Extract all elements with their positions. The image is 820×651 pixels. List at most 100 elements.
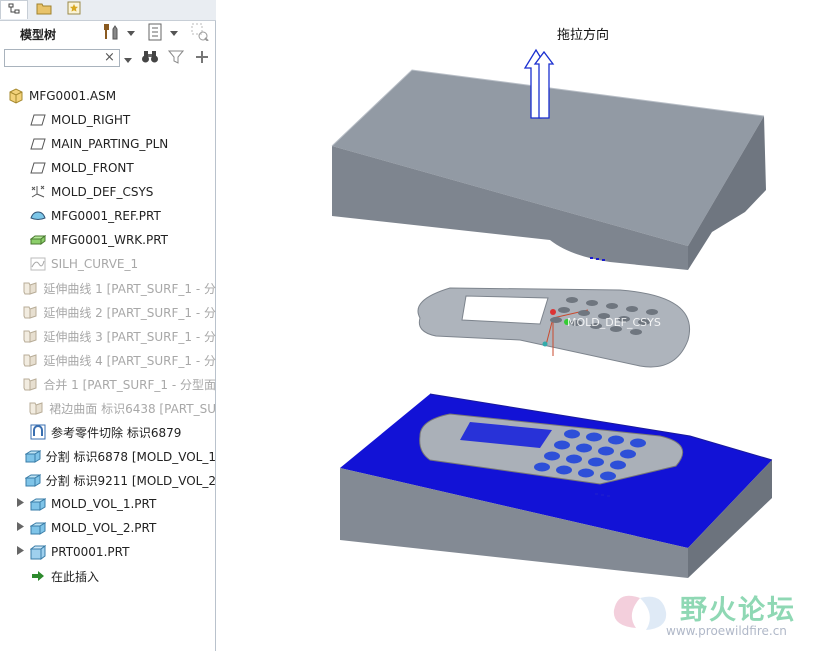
tools-dropdown[interactable] <box>125 23 137 43</box>
tree-item-label: MAIN_PARTING_PLN <box>51 137 169 151</box>
keypad-key <box>556 465 572 475</box>
find-button[interactable] <box>140 48 160 68</box>
expand-arrow-icon[interactable] <box>14 522 26 534</box>
tree-item[interactable]: 合并 1 [PART_SURF_1 - 分型面 <box>0 372 216 396</box>
datum-plane-icon <box>30 160 46 176</box>
keypad-key <box>534 462 550 472</box>
part-hole <box>606 303 618 309</box>
folder-icon <box>36 1 52 18</box>
expand-arrow-icon[interactable] <box>14 498 26 510</box>
tree-item[interactable]: MOLD_VOL_2.PRT <box>0 516 216 540</box>
tree-item-label: SILH_CURVE_1 <box>51 257 139 271</box>
search-options-dropdown[interactable] <box>122 50 134 70</box>
volume-icon <box>30 520 46 536</box>
search-input[interactable] <box>4 49 120 67</box>
tree-item[interactable]: 分割 标识9211 [MOLD_VOL_2 <box>0 468 216 492</box>
part-hole <box>646 309 658 315</box>
settings-button[interactable] <box>144 23 166 43</box>
tree-item-label: MFG0001_REF.PRT <box>51 209 161 223</box>
split-icon <box>24 448 41 464</box>
chevron-down-icon <box>170 26 178 40</box>
tree-root[interactable]: MFG0001.ASM <box>0 84 216 108</box>
tree-root-label: MFG0001.ASM <box>29 89 117 103</box>
tree-item[interactable]: 延伸曲线 1 [PART_SURF_1 - 分 <box>0 276 216 300</box>
clear-search-button[interactable]: × <box>104 51 115 65</box>
tree-item[interactable]: MOLD_DEF_CSYS <box>0 180 216 204</box>
show-button[interactable] <box>189 23 211 43</box>
filter-button[interactable] <box>166 48 186 68</box>
tree-item[interactable]: 延伸曲线 4 [PART_SURF_1 - 分 <box>0 348 216 372</box>
settings-dropdown[interactable] <box>168 23 180 43</box>
surface-icon <box>22 328 38 344</box>
surface-icon <box>28 400 44 416</box>
tree-item[interactable]: PRT0001.PRT <box>0 540 216 564</box>
tree-item[interactable]: SILH_CURVE_1 <box>0 252 216 276</box>
lower-mold-volume[interactable] <box>340 393 773 578</box>
surface-icon <box>22 376 38 392</box>
keypad-key <box>586 432 602 442</box>
keypad-key <box>564 429 580 439</box>
part-hole <box>630 329 642 335</box>
model-tree-toolbar: 模型树 <box>0 20 216 46</box>
model-tree-panel: 模型树 × MFG0001.ASM MOLD_RIGHT MAIN_PARTIN… <box>0 0 216 651</box>
tree-item[interactable]: MOLD_VOL_1.PRT <box>0 492 216 516</box>
favorites-tab[interactable] <box>60 0 88 19</box>
split-icon <box>24 472 41 488</box>
tree-item-label: 延伸曲线 3 [PART_SURF_1 - 分 <box>43 329 216 344</box>
keypad-key <box>598 446 614 456</box>
watermark-text: 野火论坛 <box>680 595 796 626</box>
keypad-key <box>608 435 624 445</box>
tree-item[interactable]: 延伸曲线 2 [PART_SURF_1 - 分 <box>0 300 216 324</box>
tree-item-label: MOLD_VOL_2.PRT <box>51 521 157 535</box>
part-hole <box>558 307 570 313</box>
tree-item-label: MOLD_RIGHT <box>51 113 131 127</box>
tree-item[interactable]: 参考零件切除 标识6879 <box>0 420 216 444</box>
surface-icon <box>22 304 38 320</box>
tree-item[interactable]: MOLD_FRONT <box>0 156 216 180</box>
model-3d-view <box>331 48 773 630</box>
star-icon <box>67 1 81 18</box>
assembly-icon <box>8 88 24 104</box>
tree-item-label: 分割 标识9211 [MOLD_VOL_2 <box>45 473 216 488</box>
surface-icon <box>22 352 38 368</box>
tree-item[interactable]: MFG0001_WRK.PRT <box>0 228 216 252</box>
keypad-key <box>600 471 616 481</box>
watermark-url: www.proewildfire.cn <box>666 624 787 638</box>
tree-item-label: 参考零件切除 标识6879 <box>51 425 182 440</box>
drag-direction-label: 拖拉方向 <box>557 28 610 43</box>
show-icon <box>191 23 209 44</box>
tree-item[interactable]: 分割 标识6878 [MOLD_VOL_1 <box>0 444 216 468</box>
filter-icon <box>167 49 185 68</box>
tree-item-label: 延伸曲线 4 [PART_SURF_1 - 分 <box>43 353 216 368</box>
keypad-key <box>566 454 582 464</box>
workpiece-icon <box>30 232 46 248</box>
folder-tab[interactable] <box>30 0 58 19</box>
cutout-icon <box>30 424 46 440</box>
tools-icon <box>102 23 120 44</box>
tree-item[interactable]: MFG0001_REF.PRT <box>0 204 216 228</box>
datum-plane-icon <box>30 112 46 128</box>
tree-item[interactable]: MOLD_RIGHT <box>0 108 216 132</box>
expand-arrow-icon[interactable] <box>14 546 26 558</box>
binoculars-icon <box>141 49 159 68</box>
part-hole <box>626 306 638 312</box>
tools-button[interactable] <box>100 23 122 43</box>
graphics-viewport[interactable]: MOLD_DEF_CSYS <box>217 0 820 651</box>
tree-icon <box>7 2 21 19</box>
model-tree-tab[interactable] <box>0 0 28 19</box>
keypad-key <box>588 457 604 467</box>
curve-icon <box>30 256 46 272</box>
navigator-tabs <box>0 0 216 21</box>
tree-item[interactable]: 裙边曲面 标识6438 [PART_SU <box>0 396 216 420</box>
keypad-key <box>544 451 560 461</box>
keypad-key <box>610 460 626 470</box>
tree-item[interactable]: MAIN_PARTING_PLN <box>0 132 216 156</box>
add-button[interactable] <box>192 48 212 68</box>
panel-title: 模型树 <box>20 28 57 42</box>
csys-label: MOLD_DEF_CSYS <box>567 316 661 329</box>
tree-item[interactable]: 延伸曲线 3 [PART_SURF_1 - 分 <box>0 324 216 348</box>
keypad-key <box>576 443 592 453</box>
tree-item[interactable]: 在此插入 <box>0 564 216 588</box>
chevron-down-icon <box>124 53 132 67</box>
volume-icon <box>30 496 46 512</box>
